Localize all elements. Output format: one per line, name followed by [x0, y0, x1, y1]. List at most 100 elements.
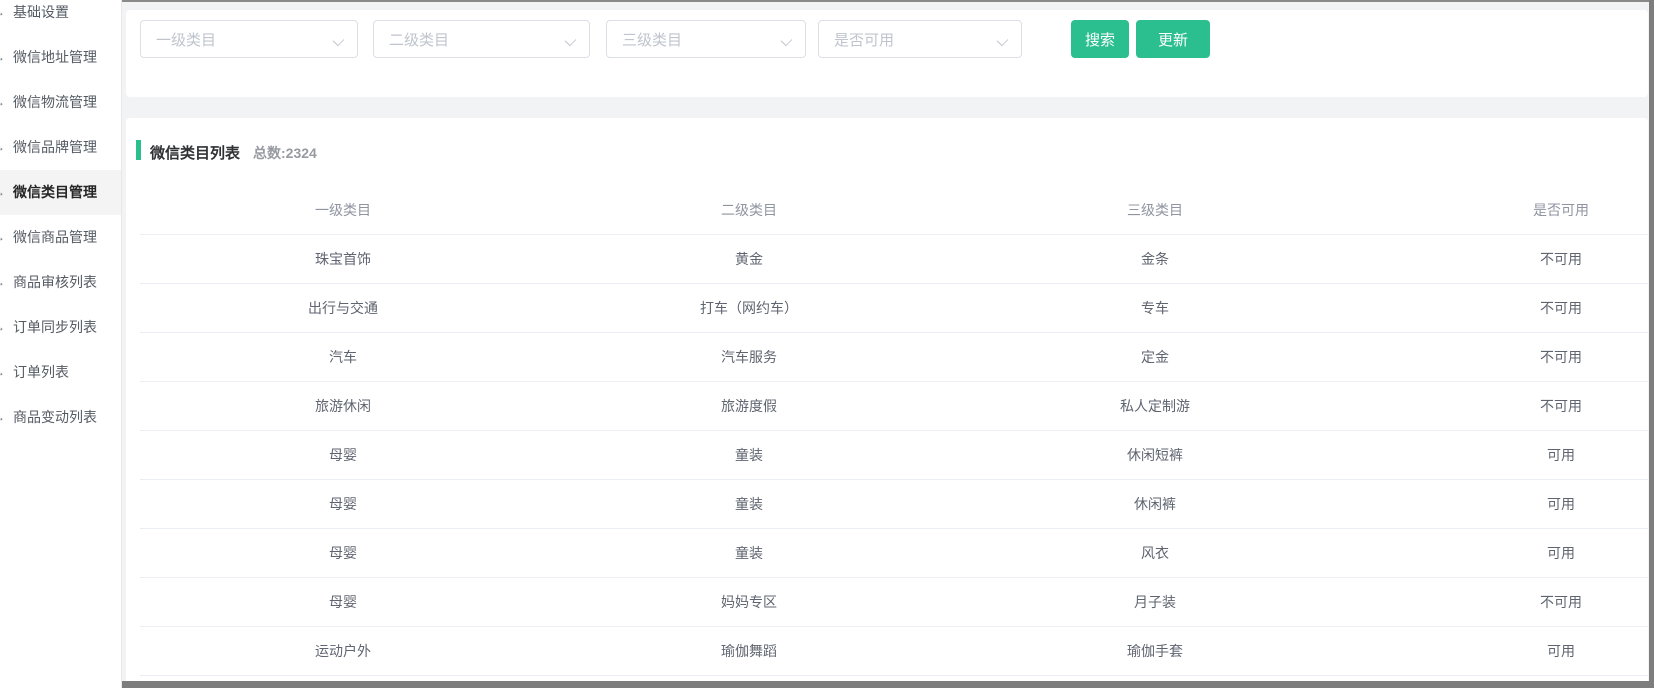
column-header: 是否可用	[1358, 200, 1648, 220]
arrow-right-icon: →	[0, 80, 7, 125]
sidebar-item-label: 微信商品管理	[13, 229, 97, 245]
arrow-right-icon: →	[0, 215, 7, 260]
filter-row: 一级类目 二级类目 三级类目 是否可用 搜索 更新	[126, 10, 1648, 58]
column-header: 二级类目	[546, 200, 952, 220]
table-row: 母婴妈妈专区月子装不可用	[140, 578, 1648, 627]
table-cell: 月子装	[952, 592, 1358, 612]
sidebar-item-label: 订单同步列表	[13, 319, 97, 335]
table-cell: 汽车	[140, 347, 546, 367]
sidebar-item-label: 基础设置	[13, 4, 69, 20]
table-cell: 母婴	[140, 543, 546, 563]
arrow-right-icon: →	[0, 35, 7, 80]
column-header: 一级类目	[140, 200, 546, 220]
select-placeholder: 三级类目	[607, 29, 682, 50]
panel-header: 微信类目列表 总数:2324	[126, 118, 1648, 186]
sidebar-item[interactable]: → 商品审核列表	[0, 260, 121, 305]
table-row: 出行与交通打车（网约车）专车不可用	[140, 284, 1648, 333]
sidebar-item-label: 订单列表	[13, 364, 69, 380]
arrow-right-icon: →	[0, 125, 7, 170]
sidebar-item[interactable]: → 微信类目管理	[0, 170, 121, 215]
filter-panel: 一级类目 二级类目 三级类目 是否可用 搜索 更新	[126, 10, 1648, 97]
table-cell: 休闲短裤	[952, 445, 1358, 465]
table-cell: 不可用	[1358, 298, 1648, 318]
accent-bar	[136, 140, 141, 160]
update-button[interactable]: 更新	[1136, 20, 1210, 58]
table-cell: 风衣	[952, 543, 1358, 563]
table-cell: 童装	[546, 445, 952, 465]
table-cell: 不可用	[1358, 592, 1648, 612]
select-placeholder: 一级类目	[141, 29, 216, 50]
table-body: 珠宝首饰黄金金条不可用出行与交通打车（网约车）专车不可用汽车汽车服务定金不可用旅…	[140, 235, 1648, 676]
table-row: 汽车汽车服务定金不可用	[140, 333, 1648, 382]
category-list-panel: 微信类目列表 总数:2324 一级类目 二级类目 三级类目 是否可用 珠宝首饰黄…	[126, 118, 1648, 688]
chevron-down-icon	[333, 35, 344, 46]
table-cell: 专车	[952, 298, 1358, 318]
table-cell: 定金	[952, 347, 1358, 367]
search-button[interactable]: 搜索	[1071, 20, 1129, 58]
table-header-row: 一级类目 二级类目 三级类目 是否可用	[140, 186, 1648, 235]
sidebar-item-label: 商品审核列表	[13, 274, 97, 290]
table-cell: 可用	[1358, 494, 1648, 514]
vertical-scrollbar[interactable]	[1649, 0, 1654, 681]
table-cell: 瑜伽舞蹈	[546, 641, 952, 661]
arrow-right-icon: →	[0, 395, 7, 440]
table-cell: 母婴	[140, 494, 546, 514]
table-cell: 瑜伽手套	[952, 641, 1358, 661]
chevron-down-icon	[565, 35, 576, 46]
table-cell: 休闲裤	[952, 494, 1358, 514]
sidebar-item[interactable]: → 基础设置	[0, 0, 121, 35]
table-row: 珠宝首饰黄金金条不可用	[140, 235, 1648, 284]
arrow-right-icon: →	[0, 305, 7, 350]
select-level1-category[interactable]: 一级类目	[140, 20, 358, 58]
table-cell: 不可用	[1358, 396, 1648, 416]
table-cell: 母婴	[140, 445, 546, 465]
table-row: 母婴童装休闲短裤可用	[140, 431, 1648, 480]
category-table: 一级类目 二级类目 三级类目 是否可用 珠宝首饰黄金金条不可用出行与交通打车（网…	[140, 186, 1648, 676]
horizontal-scrollbar[interactable]	[0, 681, 1654, 688]
select-availability[interactable]: 是否可用	[818, 20, 1022, 58]
sidebar-item-label: 微信类目管理	[13, 184, 97, 200]
table-cell: 旅游休闲	[140, 396, 546, 416]
sidebar-item[interactable]: → 微信品牌管理	[0, 125, 121, 170]
table-cell: 出行与交通	[140, 298, 546, 318]
total-count: 总数:2324	[253, 143, 317, 163]
select-placeholder: 二级类目	[374, 29, 449, 50]
sidebar-item[interactable]: →微信物流管理	[0, 80, 121, 125]
arrow-right-icon: →	[0, 0, 7, 35]
table-cell: 打车（网约车）	[546, 298, 952, 318]
select-placeholder: 是否可用	[819, 29, 894, 50]
sidebar-item-label: 微信品牌管理	[13, 139, 97, 155]
arrow-right-icon: →	[0, 170, 7, 215]
table-cell: 可用	[1358, 445, 1648, 465]
panel-title: 微信类目列表	[150, 142, 240, 163]
sidebar-item[interactable]: → 订单同步列表	[0, 305, 121, 350]
table-cell: 旅游度假	[546, 396, 952, 416]
table-cell: 可用	[1358, 641, 1648, 661]
sidebar-item[interactable]: →商品变动列表	[0, 395, 121, 440]
select-level2-category[interactable]: 二级类目	[373, 20, 590, 58]
window-top-edge	[121, 0, 1654, 2]
table-cell: 妈妈专区	[546, 592, 952, 612]
arrow-right-icon: →	[0, 350, 7, 395]
table-cell: 珠宝首饰	[140, 249, 546, 269]
sidebar-menu: →基础设置→微信地址管理→微信物流管理→微信品牌管理→微信类目管理→微信商品管理…	[0, 0, 121, 440]
sidebar-item[interactable]: → 订单列表	[0, 350, 121, 395]
table-row: 母婴童装休闲裤可用	[140, 480, 1648, 529]
sidebar-item[interactable]: → 微信商品管理	[0, 215, 121, 260]
table-cell: 金条	[952, 249, 1358, 269]
chevron-down-icon	[781, 35, 792, 46]
select-level3-category[interactable]: 三级类目	[606, 20, 806, 58]
table-cell: 私人定制游	[952, 396, 1358, 416]
table-cell: 汽车服务	[546, 347, 952, 367]
table-cell: 可用	[1358, 543, 1648, 563]
column-header: 三级类目	[952, 200, 1358, 220]
table-cell: 黄金	[546, 249, 952, 269]
table-cell: 运动户外	[140, 641, 546, 661]
chevron-down-icon	[997, 35, 1008, 46]
sidebar: →基础设置→微信地址管理→微信物流管理→微信品牌管理→微信类目管理→微信商品管理…	[0, 0, 122, 688]
sidebar-item[interactable]: →微信地址管理	[0, 35, 121, 80]
table-row: 运动户外瑜伽舞蹈瑜伽手套可用	[140, 627, 1648, 676]
arrow-right-icon: →	[0, 260, 7, 305]
table-cell: 不可用	[1358, 347, 1648, 367]
table-cell: 童装	[546, 494, 952, 514]
